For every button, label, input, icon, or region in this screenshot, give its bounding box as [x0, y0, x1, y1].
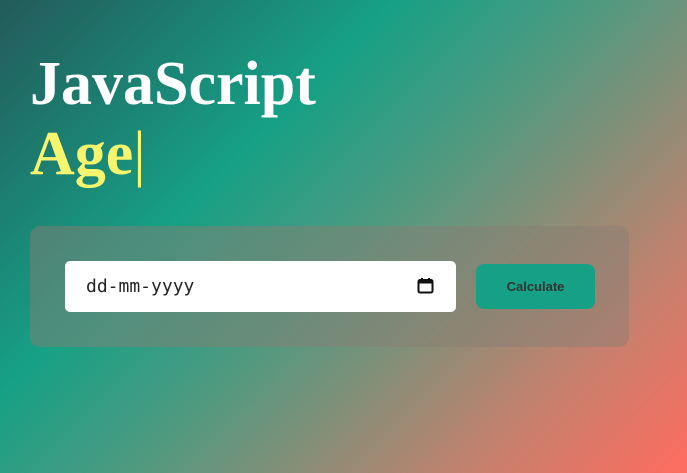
- date-placeholder: dd-mm-yyyy: [86, 276, 195, 297]
- calculate-button[interactable]: Calculate: [476, 264, 595, 309]
- typing-caret: |: [133, 120, 146, 188]
- page-subtitle: Age|: [30, 118, 146, 190]
- age-calculator-card: dd-mm-yyyy Calculate: [30, 226, 629, 347]
- page-title: JavaScript: [30, 50, 316, 118]
- subtitle-text: Age: [30, 120, 134, 188]
- birth-date-input[interactable]: dd-mm-yyyy: [65, 261, 456, 312]
- calendar-icon[interactable]: [417, 277, 434, 294]
